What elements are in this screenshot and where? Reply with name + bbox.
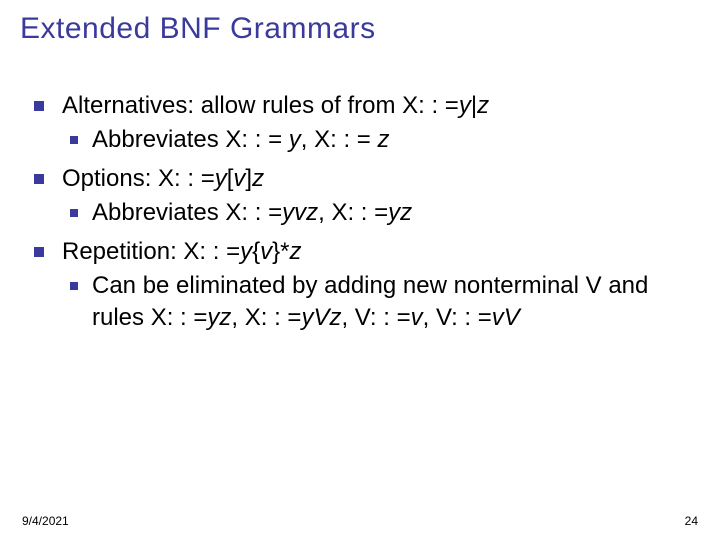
- r1-val: yz: [207, 304, 231, 331]
- rule-z: z: [289, 238, 301, 265]
- sub-abbreviates: Abbreviates X: : =yvz, X: : =yz: [62, 197, 692, 229]
- text: Options:: [62, 165, 158, 192]
- rule-pre: X: : =: [158, 165, 215, 192]
- sub-list: Abbreviates X: : = y, X: : = z: [62, 124, 692, 156]
- sep: ,: [318, 199, 331, 226]
- bullet-list: Alternatives: allow rules of from X: : =…: [28, 90, 692, 335]
- bullet-alternatives: Alternatives: allow rules of from X: : =…: [28, 90, 692, 157]
- r2-val: yVz: [301, 304, 341, 331]
- text: Abbreviates: [92, 199, 225, 226]
- r1-val: y: [289, 126, 301, 153]
- text: Alternatives: allow rules of from: [62, 92, 402, 119]
- sub-eliminated: Can be eliminated by adding new nontermi…: [62, 270, 692, 335]
- bullet-repetition: Repetition: X: : =y{v}*z Can be eliminat…: [28, 236, 692, 335]
- r4-pre: V: : =: [436, 304, 492, 331]
- text: Repetition:: [62, 238, 183, 265]
- r2-val: z: [378, 126, 390, 153]
- r2-pre: X: : =: [314, 126, 377, 153]
- r1-pre: X: : =: [151, 304, 208, 331]
- rule-rbrace: }*: [272, 238, 289, 265]
- r4-val: vV: [492, 304, 520, 331]
- rule-pre: X: : =: [402, 92, 459, 119]
- rule-y: y: [459, 92, 471, 119]
- rule-pre: X: : =: [183, 238, 240, 265]
- sep: ,: [301, 126, 314, 153]
- rule-v: v: [233, 165, 245, 192]
- sep: ,: [341, 304, 354, 331]
- nonterminal-v: V: [586, 272, 602, 299]
- r3-val: v: [411, 304, 423, 331]
- r1-pre: X: : =: [225, 126, 288, 153]
- rule-z: z: [252, 165, 264, 192]
- r2-pre: X: : =: [331, 199, 388, 226]
- r3-pre: V: : =: [355, 304, 411, 331]
- r2-val: yz: [388, 199, 412, 226]
- footer-page-number: 24: [685, 514, 698, 528]
- footer-date: 9/4/2021: [22, 514, 69, 528]
- rule-y: y: [215, 165, 227, 192]
- text: Can be eliminated by adding new nontermi…: [92, 272, 586, 299]
- sub-list: Can be eliminated by adding new nontermi…: [62, 270, 692, 335]
- rule-y: y: [240, 238, 252, 265]
- rule-z: z: [477, 92, 489, 119]
- rule-lbrace: {: [252, 238, 260, 265]
- r1-val: yvz: [282, 199, 318, 226]
- sep: ,: [423, 304, 436, 331]
- text: Abbreviates: [92, 126, 225, 153]
- sub-abbreviates: Abbreviates X: : = y, X: : = z: [62, 124, 692, 156]
- sep: ,: [231, 304, 244, 331]
- sub-list: Abbreviates X: : =yvz, X: : =yz: [62, 197, 692, 229]
- r1-pre: X: : =: [225, 199, 282, 226]
- r2-pre: X: : =: [245, 304, 302, 331]
- rule-v: v: [260, 238, 272, 265]
- slide-body: Alternatives: allow rules of from X: : =…: [28, 90, 692, 341]
- slide: Extended BNF Grammars Alternatives: allo…: [0, 0, 720, 540]
- bullet-options: Options: X: : =y[v]z Abbreviates X: : =y…: [28, 163, 692, 230]
- slide-title: Extended BNF Grammars: [20, 12, 376, 46]
